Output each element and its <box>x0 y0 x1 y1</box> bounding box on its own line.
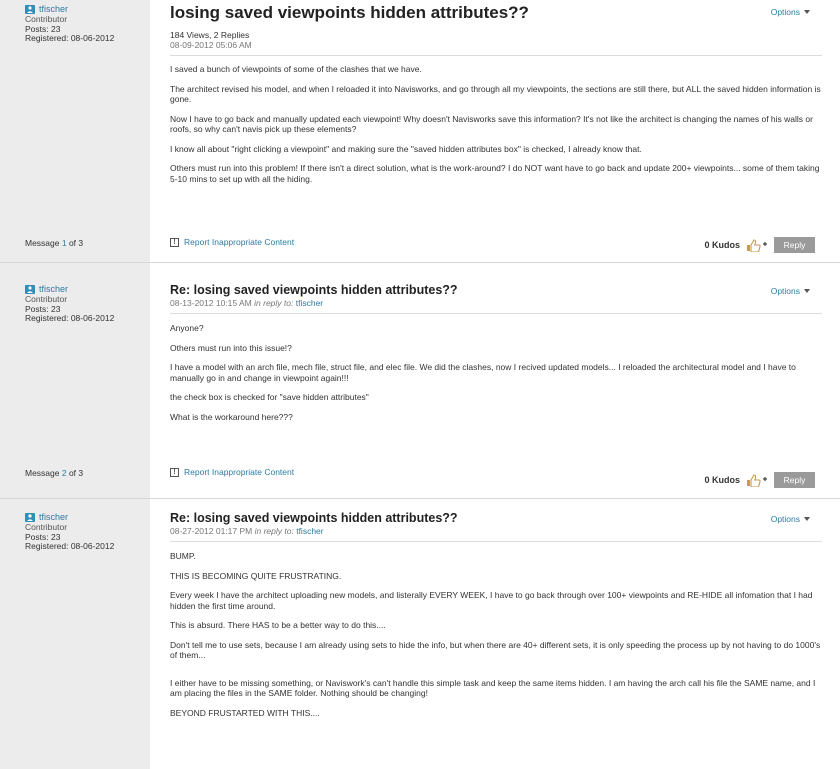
author-rank: Contributor <box>25 522 68 532</box>
post-content: Options Re: losing saved viewpoints hidd… <box>160 263 840 498</box>
post-paragraph: Don't tell me to use sets, because I am … <box>170 639 821 661</box>
in-reply-label: in reply to: <box>254 298 294 308</box>
post-paragraph: Others must run into this problem! If th… <box>170 163 820 184</box>
post-title: Re: losing saved viewpoints hidden attri… <box>170 283 458 297</box>
message-counter-prefix: Message <box>25 238 62 248</box>
options-label[interactable]: Options <box>771 514 800 524</box>
options-label[interactable]: Options <box>771 7 800 17</box>
message-counter: Message 1 of 3 <box>25 238 83 248</box>
post-paragraph: I either have to be missing something, o… <box>170 677 816 699</box>
post-paragraph: BUMP. <box>170 551 196 561</box>
user-badge-icon <box>25 512 35 522</box>
chevron-down-icon[interactable] <box>804 289 810 293</box>
user-badge-icon <box>25 284 35 294</box>
post-body: Anyone? Others must run into this issue!… <box>170 323 822 422</box>
author-registered: Registered: 08-06-2012 <box>25 313 115 323</box>
post-body: BUMP. THIS IS BECOMING QUITE FRUSTRATING… <box>170 551 822 718</box>
reply-button[interactable]: Reply <box>774 237 815 253</box>
post-content: Options losing saved viewpoints hidden a… <box>160 0 840 262</box>
message-counter-prefix: Message <box>25 468 62 478</box>
post-3: tfischer Contributor Posts: 23 Registere… <box>0 499 840 769</box>
post-content: Options Re: losing saved viewpoints hidd… <box>160 499 840 769</box>
post-1: tfischer Contributor Posts: 23 Registere… <box>0 0 840 262</box>
exclamation-box-icon: ! <box>170 467 179 477</box>
kudos-area: 0 Kudos Reply <box>704 472 815 488</box>
report-label[interactable]: Report Inappropriate Content <box>184 467 294 477</box>
in-reply-user-link[interactable]: tfischer <box>296 298 323 308</box>
in-reply-user-link[interactable]: tfischer <box>296 526 323 536</box>
author-link[interactable]: tfischer <box>39 284 68 294</box>
post-date: 08-27-2012 01:17 PM <box>170 526 253 536</box>
message-counter: Message 2 of 3 <box>25 468 83 478</box>
post-paragraph: What is the workaround here??? <box>170 411 293 422</box>
post-paragraph: Others must run into this issue!? <box>170 342 292 353</box>
author-registered: Registered: 08-06-2012 <box>25 33 115 43</box>
author-panel: tfischer Contributor Posts: 23 Registere… <box>0 263 150 498</box>
post-title: Re: losing saved viewpoints hidden attri… <box>170 511 458 525</box>
report-label[interactable]: Report Inappropriate Content <box>184 237 294 247</box>
post-paragraph: I have a model with an arch file, mech f… <box>170 362 796 383</box>
options-menu[interactable]: Options <box>771 286 810 296</box>
post-paragraph: THIS IS BECOMING QUITE FRUSTRATING. <box>170 570 342 581</box>
in-reply-label: in reply to: <box>254 526 294 536</box>
options-label[interactable]: Options <box>771 286 800 296</box>
author-rank: Contributor <box>25 14 68 24</box>
post-paragraph: Anyone? <box>170 323 204 333</box>
thumbs-up-plus-icon[interactable] <box>746 473 768 487</box>
post-paragraph: This is absurd. There HAS to be a better… <box>170 620 386 630</box>
author-panel: tfischer Contributor Posts: 23 Registere… <box>0 499 150 769</box>
options-menu[interactable]: Options <box>771 514 810 524</box>
post-body: I saved a bunch of viewpoints of some of… <box>170 64 822 184</box>
post-2: tfischer Contributor Posts: 23 Registere… <box>0 263 840 498</box>
post-date: 08-09-2012 05:06 AM <box>170 40 252 50</box>
kudos-area: 0 Kudos Reply <box>704 237 815 253</box>
author-link[interactable]: tfischer <box>39 4 68 14</box>
author-rank: Contributor <box>25 294 68 304</box>
post-views: 184 Views, 2 Replies <box>170 30 250 40</box>
message-counter-suffix: of 3 <box>66 468 84 478</box>
post-date: 08-13-2012 10:15 AM <box>170 298 252 308</box>
author-panel: tfischer Contributor Posts: 23 Registere… <box>0 0 150 262</box>
kudos-count: 0 Kudos <box>704 475 740 485</box>
post-meta: 08-27-2012 01:17 PM in reply to: tfische… <box>170 526 822 536</box>
report-link[interactable]: ! Report Inappropriate Content <box>170 467 294 477</box>
report-link[interactable]: ! Report Inappropriate Content <box>170 237 294 247</box>
author-link[interactable]: tfischer <box>39 512 68 522</box>
exclamation-box-icon: ! <box>170 237 179 247</box>
post-paragraph: BEYOND FRUSTARTED WITH THIS.... <box>170 707 320 718</box>
post-paragraph: the check box is checked for "save hidde… <box>170 392 369 402</box>
reply-button[interactable]: Reply <box>774 472 815 488</box>
options-menu[interactable]: Options <box>771 7 810 17</box>
post-paragraph: I know all about "right clicking a viewp… <box>170 143 642 154</box>
author-registered: Registered: 08-06-2012 <box>25 541 115 551</box>
post-paragraph: I saved a bunch of viewpoints of some of… <box>170 64 422 74</box>
author-row: tfischer <box>25 4 140 14</box>
post-title: losing saved viewpoints hidden attribute… <box>170 3 529 22</box>
thumbs-up-plus-icon[interactable] <box>746 238 768 252</box>
author-row: tfischer <box>25 512 140 522</box>
post-paragraph: The architect revised his model, and whe… <box>170 83 821 105</box>
post-meta: 08-13-2012 10:15 AM in reply to: tfische… <box>170 298 822 308</box>
post-paragraph: Now I have to go back and manually updat… <box>170 113 813 135</box>
author-row: tfischer <box>25 284 140 294</box>
post-paragraph: Every week I have the architect uploadin… <box>170 590 813 611</box>
chevron-down-icon[interactable] <box>804 10 810 14</box>
message-counter-suffix: of 3 <box>66 238 84 248</box>
chevron-down-icon[interactable] <box>804 517 810 521</box>
user-badge-icon <box>25 4 35 14</box>
kudos-count: 0 Kudos <box>704 240 740 250</box>
